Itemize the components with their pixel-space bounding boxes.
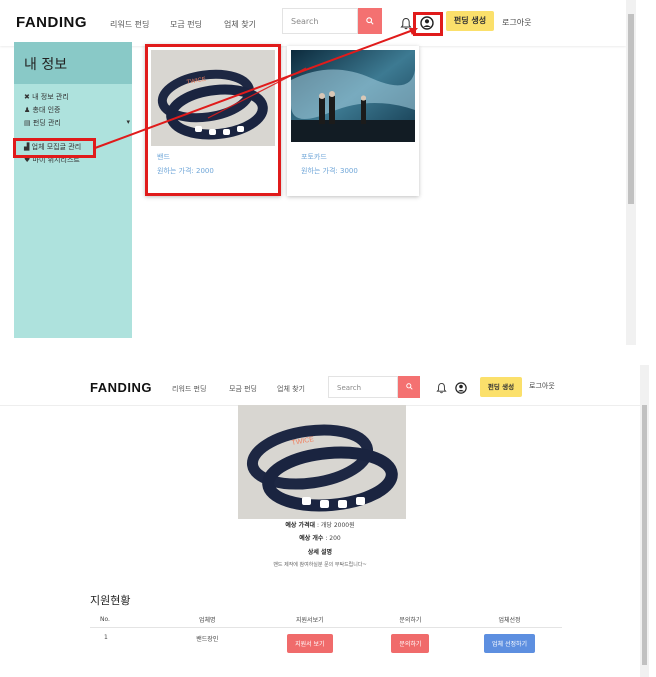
search-input[interactable]: Search — [328, 376, 398, 398]
col-company: 업체명 — [158, 611, 256, 628]
create-funding-button[interactable]: 펀딩 생성 — [480, 377, 522, 397]
price-label: 예상 가격대 — [285, 522, 316, 529]
my-page-screenshot: FANDING 리워드 펀딩 모금 펀딩 업체 찾기 Search 펀딩 생성 … — [0, 0, 636, 345]
expected-count: 예상 개수 : 200 — [0, 533, 640, 542]
search-button[interactable] — [398, 376, 420, 398]
price-value: : 개당 2000원 — [315, 522, 355, 529]
row-company: 밴드장인 — [196, 636, 219, 643]
nav-donation-funding[interactable]: 모금 펀딩 — [229, 384, 257, 394]
table-row: 1 밴드장인 지원서 보기 문의하기 업체 선정하기 — [90, 628, 562, 662]
post-detail-screenshot: FANDING 리워드 펀딩 모금 펀딩 업체 찾기 Search 펀딩 생성 … — [0, 365, 656, 677]
user-icon[interactable] — [455, 382, 467, 394]
table-header-row: No. 업체명 지원서보기 문의하기 업체선정 — [90, 611, 562, 628]
bell-icon[interactable] — [436, 382, 447, 394]
band-detail-photo: TWICE — [238, 405, 406, 519]
detail-heading: 상세 설명 — [0, 547, 640, 556]
nav-reward-funding[interactable]: 리워드 펀딩 — [172, 384, 206, 394]
inquire-button[interactable]: 문의하기 — [391, 634, 430, 653]
col-no: No. — [90, 611, 159, 628]
col-select-company: 업체선정 — [457, 611, 562, 628]
brand-logo[interactable]: FANDING — [90, 380, 152, 395]
detail-label: 상세 설명 — [307, 549, 333, 556]
col-inquire: 문의하기 — [363, 611, 458, 628]
nav-find-company[interactable]: 업체 찾기 — [277, 384, 305, 394]
application-status-title: 지원현황 — [90, 594, 131, 607]
count-value: : 200 — [323, 535, 341, 542]
application-table: No. 업체명 지원서보기 문의하기 업체선정 1 밴드장인 지원서 보기 문의… — [90, 611, 562, 661]
count-label: 예상 개수 — [299, 535, 324, 542]
expected-price: 예상 가격대 : 개당 2000원 — [0, 520, 640, 529]
scrollbar-thumb[interactable] — [628, 14, 634, 204]
col-view-application: 지원서보기 — [255, 611, 364, 628]
annotation-arrows — [94, 28, 418, 149]
wristband-image: TWICE — [238, 405, 406, 519]
view-application-button[interactable]: 지원서 보기 — [287, 634, 333, 653]
scrollbar-thumb[interactable] — [642, 405, 647, 665]
scrollbar[interactable] — [640, 365, 649, 677]
detail-text: 밴드 제작에 참여하실분 문의 부탁드립니다~ — [273, 562, 367, 568]
select-company-button[interactable]: 업체 선정하기 — [484, 634, 536, 653]
logout-link[interactable]: 로그아웃 — [529, 381, 555, 391]
search-icon — [405, 383, 413, 390]
scrollbar[interactable] — [626, 0, 636, 345]
row-no: 1 — [104, 634, 108, 641]
